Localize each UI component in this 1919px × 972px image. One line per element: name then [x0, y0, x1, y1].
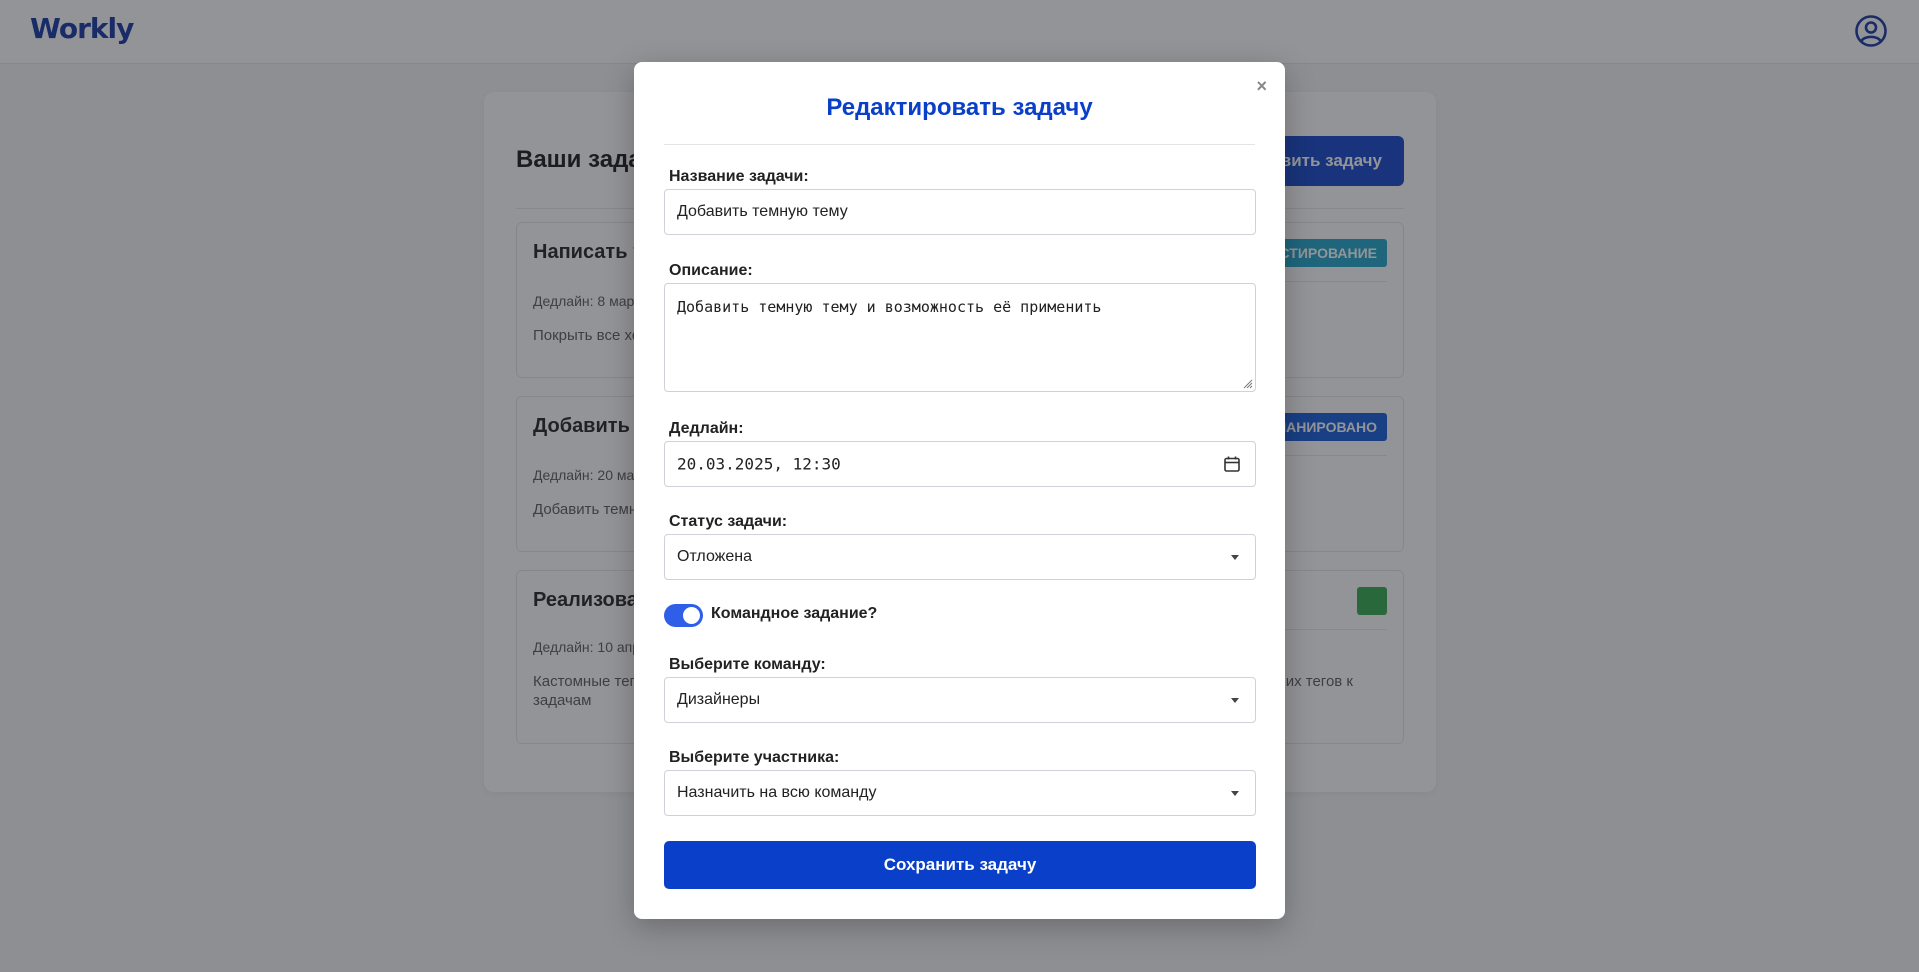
status-label: Статус задачи:: [669, 513, 788, 530]
deadline-value: 20.03.2025, 12:30: [677, 454, 841, 474]
status-value: Отложена: [677, 548, 752, 565]
chevron-down-icon: [1231, 555, 1239, 560]
resize-handle-icon[interactable]: [1241, 377, 1253, 389]
task-name-value: Добавить темную тему: [677, 203, 848, 220]
description-label: Описание:: [669, 262, 753, 279]
edit-task-modal: × Редактировать задачу Название задачи: …: [634, 62, 1285, 919]
task-name-label: Название задачи:: [669, 168, 809, 185]
member-value: Назначить на всю команду: [677, 784, 877, 801]
team-value: Дизайнеры: [677, 691, 761, 708]
toggle-knob: [683, 607, 700, 624]
team-task-toggle[interactable]: [664, 604, 703, 627]
task-name-input[interactable]: Добавить темную тему: [664, 189, 1256, 235]
team-label: Выберите команду:: [669, 656, 826, 673]
chevron-down-icon: [1231, 791, 1239, 796]
team-task-label: Командное задание?: [711, 605, 878, 622]
calendar-icon[interactable]: [1223, 455, 1241, 473]
chevron-down-icon: [1231, 698, 1239, 703]
member-label: Выберите участника:: [669, 749, 840, 766]
deadline-datetime-input[interactable]: 20.03.2025, 12:30: [664, 441, 1256, 487]
status-select[interactable]: Отложена: [664, 534, 1256, 580]
divider: [664, 144, 1255, 145]
save-task-button[interactable]: Сохранить задачу: [664, 841, 1256, 889]
deadline-label: Дедлайн:: [669, 420, 744, 437]
team-select[interactable]: Дизайнеры: [664, 677, 1256, 723]
description-textarea[interactable]: Добавить темную тему и возможность её пр…: [664, 283, 1256, 392]
description-value: Добавить темную тему и возможность её пр…: [677, 298, 1102, 316]
member-select[interactable]: Назначить на всю команду: [664, 770, 1256, 816]
modal-title: Редактировать задачу: [826, 94, 1093, 121]
